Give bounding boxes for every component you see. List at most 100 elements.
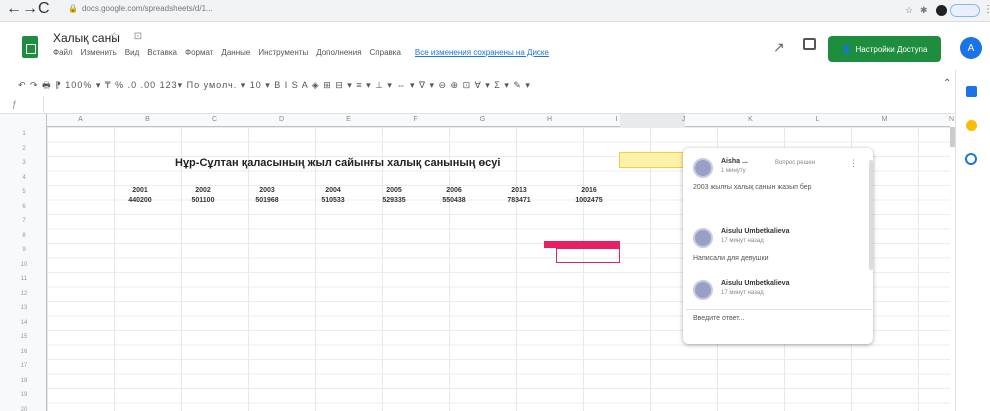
forward-icon[interactable]: → [22,0,38,18]
year-cell[interactable]: 2006 [424,186,484,196]
person-add-icon: 👤 [841,44,852,54]
row-header[interactable]: 14 [18,320,30,326]
row-header[interactable]: 16 [18,349,30,355]
row-header[interactable]: 2 [18,146,30,152]
comment-author: Аіshа ... [721,158,748,165]
menu-format[interactable]: Формат [185,48,213,57]
row-header[interactable]: 11 [18,276,30,282]
lock-icon: 🔒 [68,4,78,13]
column-header[interactable]: F [382,116,449,123]
column-header[interactable]: E [315,116,382,123]
vertical-scrollbar[interactable] [950,127,955,147]
address-bar[interactable]: 🔒 docs.google.com/spreadsheets/d/1... [68,4,638,18]
more-options-icon[interactable]: ⋮ [849,158,858,169]
comment-text: 2003 жылғы халық санын жазып бер [693,184,812,191]
row-header[interactable]: 13 [18,305,30,311]
highlighted-cell[interactable] [619,152,684,168]
formula-bar[interactable] [0,96,955,114]
row-header[interactable]: 12 [18,291,30,297]
puzzle-icon[interactable]: ✱ [920,5,928,16]
column-header[interactable]: M [851,116,918,123]
row-header[interactable]: 18 [18,378,30,384]
row-header[interactable]: 8 [18,233,30,239]
column-header[interactable]: G [449,116,516,123]
reply-input[interactable]: Введите ответ... [693,315,853,322]
year-cell[interactable]: 2002 [173,186,233,196]
keep-icon[interactable] [966,120,977,131]
collaborator-cursor-label [544,241,620,248]
year-cell[interactable]: 2005 [364,186,424,196]
name-box[interactable] [4,96,44,112]
column-header[interactable]: K [717,116,784,123]
commenter-avatar [693,158,713,178]
row-header[interactable]: 3 [18,160,30,166]
account-avatar[interactable]: А [960,37,982,59]
column-header[interactable]: D [248,116,315,123]
comment-author: Aіsulu Umbetkalіeva [721,280,790,287]
share-button[interactable]: 👤 Настройки Доступа [828,36,941,62]
url-text: docs.google.com/spreadsheets/d/1... [81,4,213,13]
row-header[interactable]: 20 [18,407,30,411]
sheets-logo-icon[interactable] [22,36,38,58]
calendar-icon[interactable] [966,86,977,97]
column-header[interactable]: A [47,116,114,123]
menu-addons[interactable]: Дополнения [316,48,361,57]
row-header[interactable]: 9 [18,247,30,253]
collaborator-cursor-cell[interactable] [556,248,620,263]
browser-menu-icon[interactable]: ⋮ [983,4,990,15]
tasks-icon[interactable] [965,153,977,165]
menu-view[interactable]: Вид [125,48,139,57]
formatting-toolbar[interactable]: ↶ ↷ 🖶 ⁋ 100% ▾ ₸ % .0 .00 123▾ По умолч.… [18,78,778,94]
column-header[interactable]: B [114,116,181,123]
column-header[interactable]: L [784,116,851,123]
comments-icon[interactable] [803,38,816,50]
row-header[interactable]: 4 [18,175,30,181]
year-cell[interactable]: 2016 [559,186,619,196]
year-cell[interactable]: 2003 [237,186,297,196]
chevron-up-icon[interactable]: ⌃ [943,78,951,89]
column-header[interactable]: J [650,116,717,123]
population-cell[interactable]: 1002475 [559,196,619,206]
resolve-button[interactable]: Вопрос решен [775,160,815,166]
sheet-heading[interactable]: Нұр-Сұлтан қаласының жыл сайынғы халық с… [175,157,500,169]
row-header[interactable]: 6 [18,204,30,210]
comment-scrollbar[interactable] [869,160,873,270]
column-header[interactable]: H [516,116,583,123]
population-cell[interactable]: 510533 [303,196,363,206]
population-cell[interactable]: 440200 [110,196,170,206]
star-move-icons[interactable]: ☆ ⊡ [110,31,148,42]
menu-file[interactable]: Файл [53,48,73,57]
menu-tools[interactable]: Инструменты [258,48,308,57]
population-cell[interactable]: 501100 [173,196,233,206]
comment-author: Aіsulu Umbetkalіeva [721,228,790,235]
last-edit-link[interactable]: Все изменения сохранены на Диске [415,48,549,57]
population-cell[interactable]: 501968 [237,196,297,206]
row-header[interactable]: 5 [18,189,30,195]
row-header[interactable]: 10 [18,262,30,268]
back-icon[interactable]: ← [6,0,22,18]
menu-edit[interactable]: Изменить [81,48,117,57]
menu-help[interactable]: Справка [370,48,401,57]
year-cell[interactable]: 2001 [110,186,170,196]
row-header[interactable]: 1 [18,131,30,137]
population-cell[interactable]: 529335 [364,196,424,206]
year-cell[interactable]: 2004 [303,186,363,196]
column-header[interactable]: I [583,116,650,123]
profile-icon[interactable] [936,5,947,16]
year-cell[interactable]: 2013 [489,186,549,196]
reload-icon[interactable]: C [38,0,50,18]
row-header[interactable]: 15 [18,334,30,340]
menu-data[interactable]: Данные [221,48,250,57]
column-header[interactable]: C [181,116,248,123]
profile-pill[interactable] [950,4,980,17]
comment-time: 17 минут назад [721,290,764,296]
comment-text: Написали для девушки [693,255,769,262]
menu-insert[interactable]: Вставка [147,48,177,57]
extension-icon[interactable]: ☆ [905,5,913,16]
population-cell[interactable]: 783471 [489,196,549,206]
population-cell[interactable]: 550438 [424,196,484,206]
row-header[interactable]: 17 [18,363,30,369]
row-header[interactable]: 19 [18,392,30,398]
row-header[interactable]: 7 [18,218,30,224]
activity-trend-icon[interactable]: ↗ [773,39,785,56]
